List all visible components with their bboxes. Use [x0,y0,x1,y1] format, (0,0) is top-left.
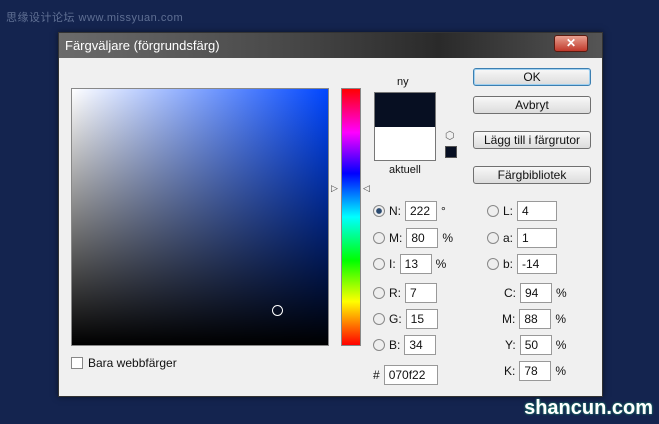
checkbox-box[interactable] [71,357,83,369]
cyan-input[interactable]: 94 [520,283,552,303]
magenta-input[interactable]: 88 [519,309,552,329]
red-row: R: 7 [373,283,437,303]
hex-row: #070f22 [373,365,438,385]
magenta-row: M: 88% [502,309,566,329]
green-input[interactable]: 15 [405,309,438,329]
cyan-label: C: [504,286,516,300]
unit: % [435,257,447,271]
black-input[interactable]: 78 [519,361,552,381]
current-label: aktuell [389,164,421,176]
lab-l-radio[interactable] [487,205,499,217]
unit: % [555,364,567,378]
ok-button[interactable]: OK [473,68,591,86]
web-colors-only-checkbox[interactable]: Bara webbfärger [71,356,177,370]
red-input[interactable]: 7 [405,283,437,303]
close-button[interactable]: ✕ [554,35,588,52]
lab-b-row: b: -14 [487,254,558,274]
color-picker-dialog: Färgväljare (förgrundsfärg) ✕ ▷ ◁ ny akt… [58,32,603,397]
brightness-input[interactable]: 13 [399,254,432,274]
lab-a-row: a: 1 [487,228,558,248]
blue-label: B: [389,338,401,352]
current-color-swatch[interactable] [375,126,435,160]
black-label: K: [504,364,516,378]
hue-input[interactable]: 222 [405,201,437,221]
cyan-row: C: 94% [504,283,567,303]
cancel-button[interactable]: Avbryt [473,96,591,114]
lab-l-input[interactable]: 4 [517,201,558,221]
red-radio[interactable] [373,287,385,299]
add-to-swatches-button[interactable]: Lägg till i färgrutor [473,131,591,149]
brightness-row: I: 13% [373,254,446,274]
green-radio[interactable] [373,313,385,325]
hue-slider[interactable] [341,88,361,346]
unit: ° [441,204,446,218]
hue-row: N: 222 ° [373,201,446,221]
hue-label: N: [389,204,401,218]
lab-l-row: L: 4 [487,201,558,221]
slider-arrow-left-icon[interactable]: ▷ [331,183,338,194]
brightness-radio[interactable] [373,258,385,270]
lab-a-input[interactable]: 1 [517,228,558,248]
blue-input[interactable]: 34 [404,335,437,355]
lab-b-radio[interactable] [487,258,499,270]
color-swatch [374,92,436,161]
saturation-input[interactable]: 80 [406,228,439,248]
saturation-radio[interactable] [373,232,385,244]
dialog-title: Färgväljare (förgrundsfärg) [65,38,220,53]
green-label: G: [389,312,402,326]
magenta-label: M: [502,312,516,326]
lab-a-radio[interactable] [487,232,499,244]
color-libraries-button[interactable]: Färgbibliotek [473,166,591,184]
new-label: ny [397,76,409,88]
brightness-label: I: [389,257,396,271]
title-bar: Färgväljare (förgrundsfärg) ✕ [59,33,602,58]
web-colors-only-label: Bara webbfärger [88,356,177,370]
watermark: 思缘设计论坛 www.missyuan.com [6,12,184,24]
gamut-cube-icon[interactable]: ⬡ [445,129,455,142]
black-row: K: 78% [504,361,566,381]
blue-radio[interactable] [373,339,385,351]
unit: % [556,286,567,300]
saturation-row: M: 80% [373,228,453,248]
slider-arrow-right-icon[interactable]: ◁ [363,183,370,194]
hex-label: # [373,368,380,382]
unit: % [555,312,567,326]
unit: % [442,231,454,245]
red-label: R: [389,286,401,300]
color-cursor[interactable] [272,305,283,316]
yellow-input[interactable]: 50 [519,335,552,355]
hue-radio[interactable] [373,205,385,217]
site-logo: shancun.com [524,397,653,419]
blue-row: B: 34 [373,335,437,355]
web-safe-swatch[interactable] [445,146,457,158]
lab-l-label: L: [503,204,514,218]
green-row: G: 15 [373,309,438,329]
yellow-row: Y: 50% [505,335,566,355]
yellow-label: Y: [505,338,516,352]
saturation-label: M: [389,231,403,245]
color-field[interactable] [71,88,329,346]
hex-input[interactable]: 070f22 [383,365,438,385]
lab-a-label: a: [503,231,514,245]
lab-b-label: b: [503,257,514,271]
new-color-swatch [375,93,435,127]
unit: % [555,338,567,352]
lab-b-input[interactable]: -14 [517,254,558,274]
